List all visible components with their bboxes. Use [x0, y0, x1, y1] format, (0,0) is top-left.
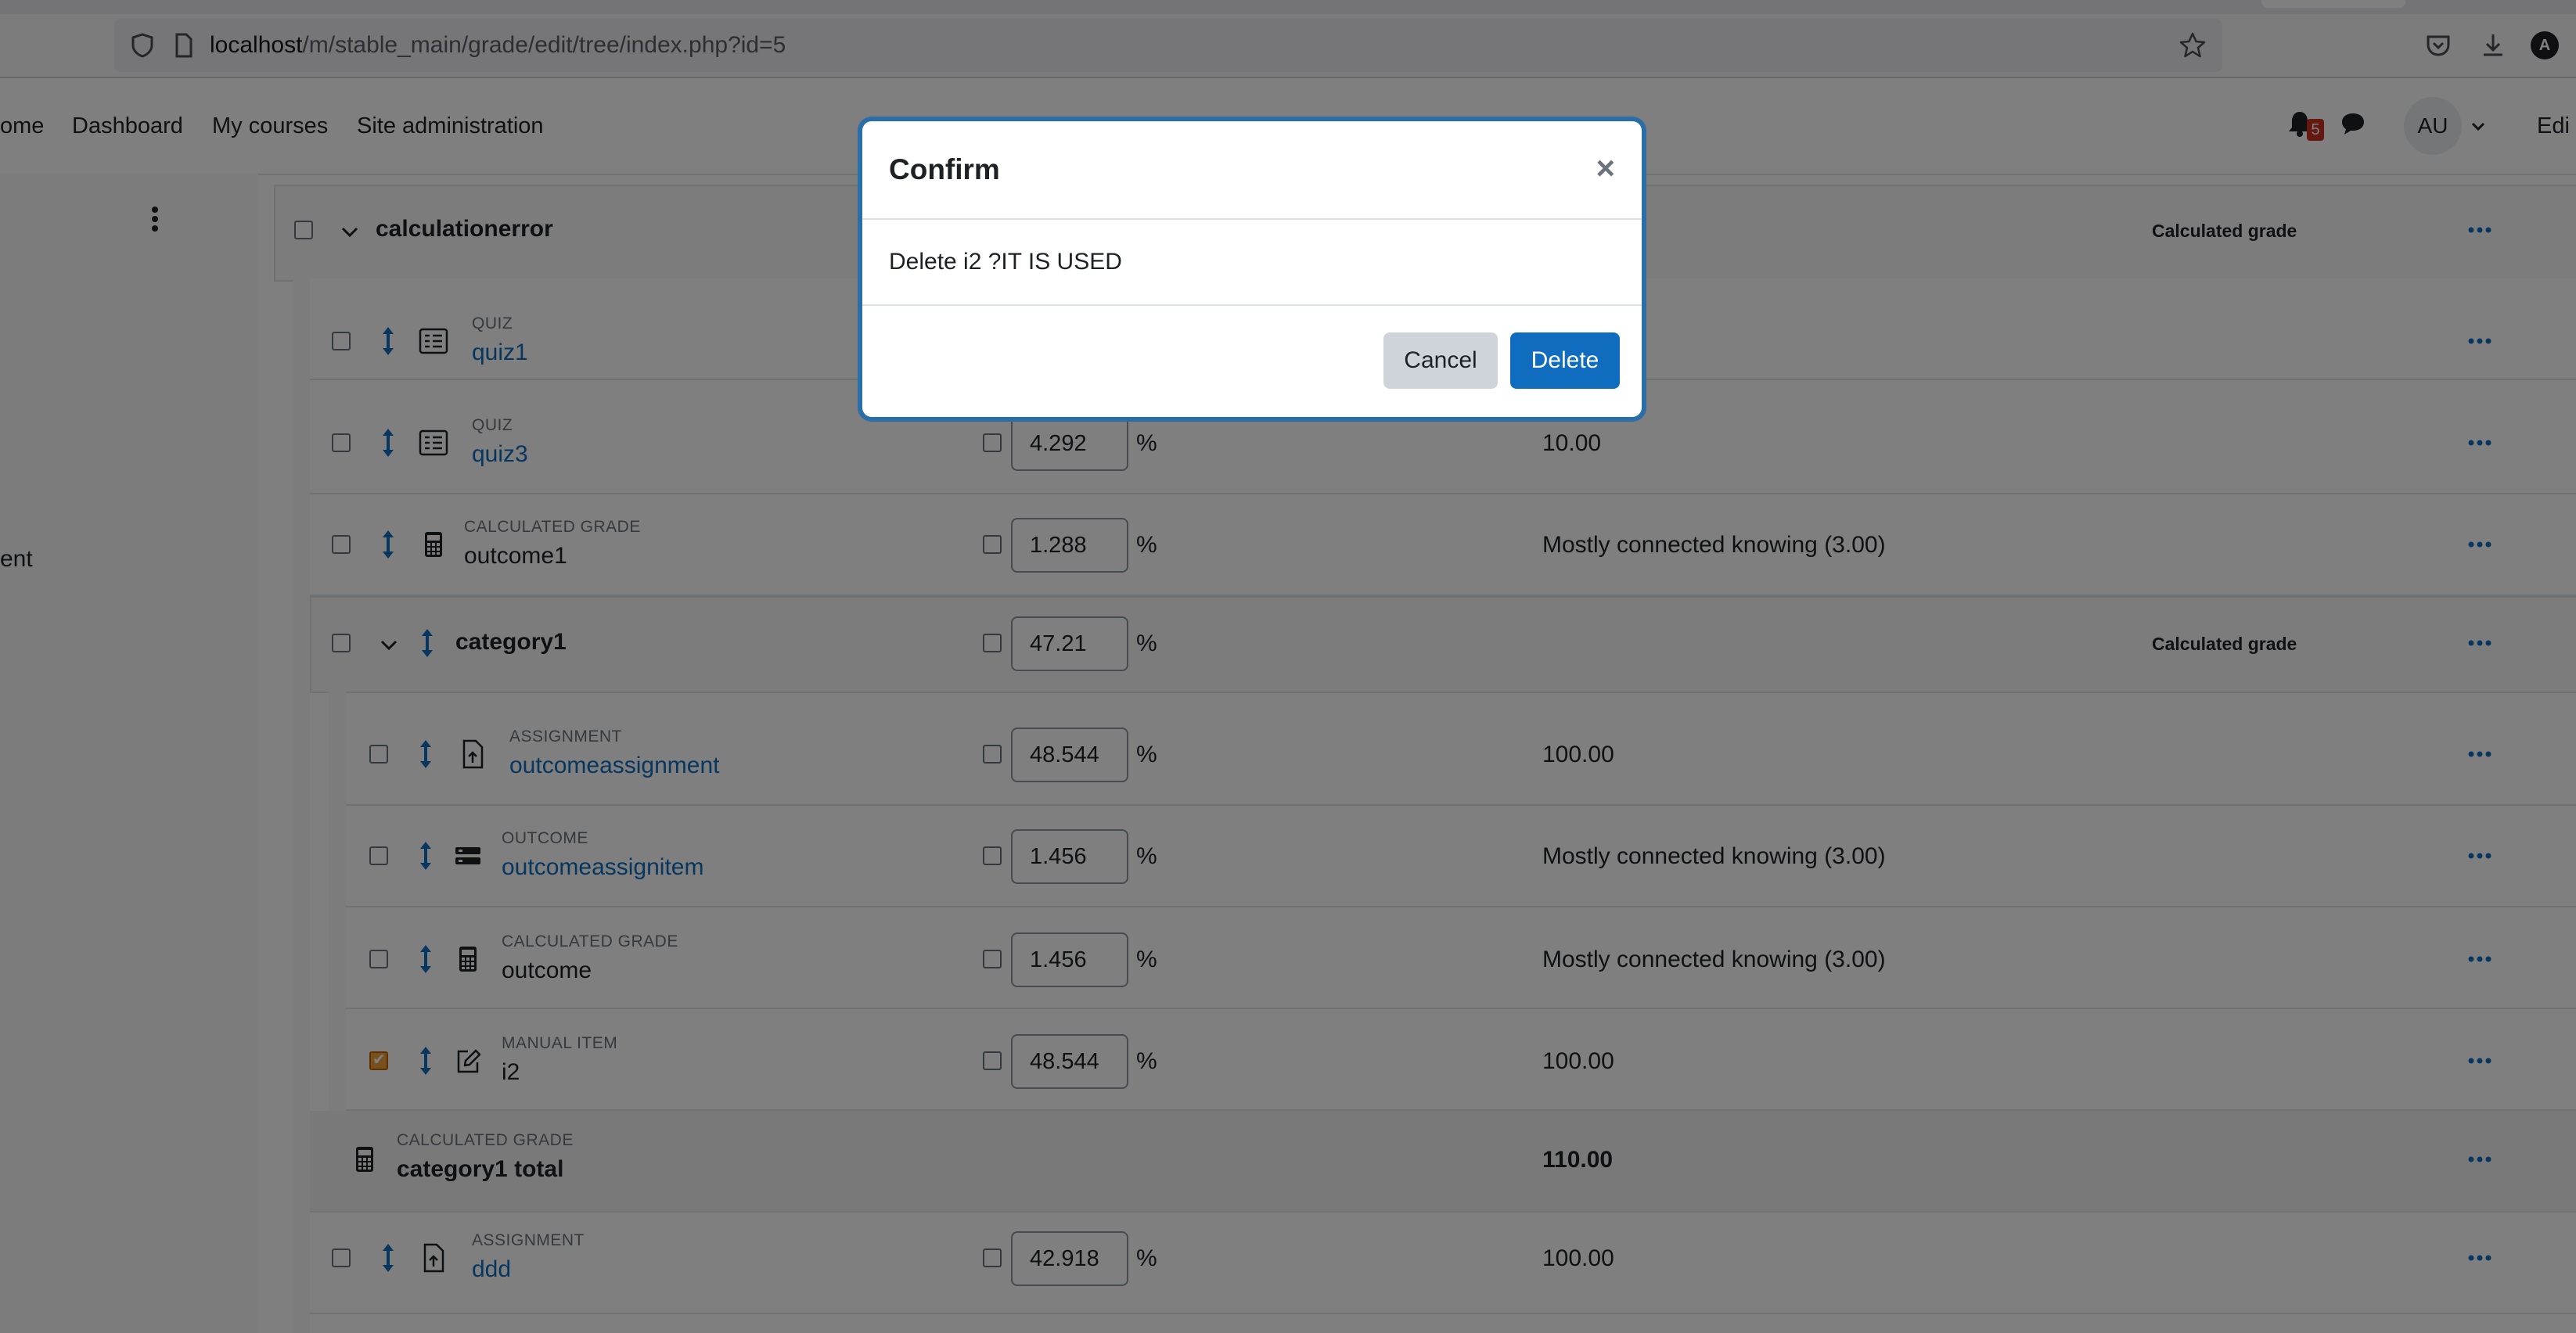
dialog-header: Confirm × — [862, 121, 1642, 220]
cancel-button[interactable]: Cancel — [1383, 332, 1498, 389]
close-icon[interactable]: × — [1596, 151, 1615, 185]
dialog-body: Delete i2 ?IT IS USED — [862, 220, 1642, 306]
delete-button[interactable]: Delete — [1510, 332, 1620, 389]
dialog-title: Confirm — [889, 153, 1000, 185]
dialog-message: Delete i2 ?IT IS USED — [889, 249, 1122, 275]
confirm-dialog: Confirm × Delete i2 ?IT IS USED Cancel D… — [862, 121, 1642, 417]
